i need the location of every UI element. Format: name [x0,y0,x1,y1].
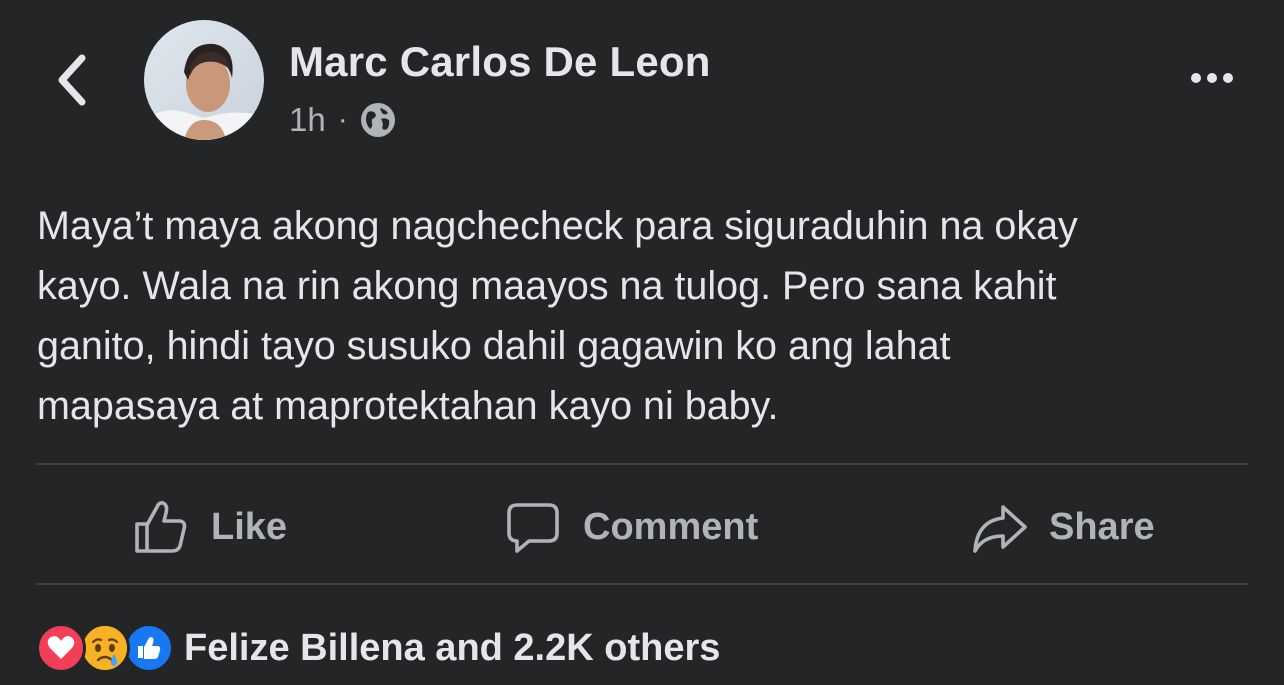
comment-icon [507,503,559,553]
author-name[interactable]: Marc Carlos De Leon [289,38,711,86]
share-arrow-icon [973,505,1027,553]
love-reaction-icon [36,623,86,673]
like-label: Like [211,505,288,548]
thumbs-up-icon [135,501,187,553]
more-dot-icon [1191,73,1201,83]
more-options-button[interactable] [1184,62,1240,94]
post-text-line: Maya’t maya akong nagchecheck para sigur… [37,204,1078,248]
comment-button[interactable]: Comment [505,492,758,562]
share-button[interactable]: Share [971,492,1155,562]
reactions-summary[interactable]: Felize Billena and 2.2K others [36,620,720,676]
globe-icon[interactable] [360,102,396,138]
back-button[interactable] [50,52,94,108]
post-text: Maya’t maya akong nagchecheck para sigur… [37,196,1252,436]
like-button[interactable]: Like [133,492,287,562]
divider [36,463,1248,465]
more-dot-icon [1207,73,1217,83]
post-timestamp[interactable]: 1h [289,101,326,139]
share-label: Share [1049,505,1155,548]
divider [36,583,1248,585]
reaction-summary-text[interactable]: Felize Billena and 2.2K others [184,627,720,670]
post-meta: 1h · [289,100,396,140]
meta-separator: · [337,103,348,136]
like-reaction-icon [124,623,174,673]
sad-reaction-icon [80,623,130,673]
comment-label: Comment [583,505,759,548]
avatar[interactable] [144,20,264,140]
post-text-line: kayo. Wala na rin akong maayos na tulog.… [37,264,1057,308]
post-text-line: mapasaya at maprotektahan kayo ni baby. [37,384,779,428]
more-dot-icon [1223,73,1233,83]
post-text-line: ganito, hindi tayo susuko dahil gagawin … [37,324,951,368]
chevron-left-icon [58,54,86,106]
